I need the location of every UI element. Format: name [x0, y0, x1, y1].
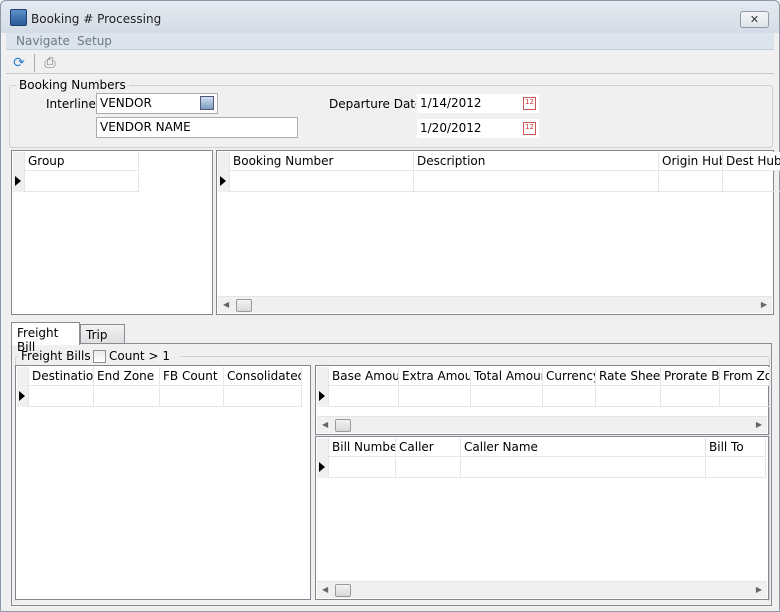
column-header[interactable]: From Zo	[720, 367, 770, 386]
interliner-label: Interliner	[46, 97, 101, 111]
current-row-icon	[19, 391, 25, 401]
column-header[interactable]: Dest Hub	[723, 152, 780, 171]
grid-cell[interactable]	[543, 387, 596, 407]
column-header[interactable]: Bill Number	[329, 438, 396, 457]
column-header[interactable]: Prorate By	[661, 367, 720, 386]
scroll-left-icon[interactable]: ◀	[223, 300, 229, 309]
scroll-left-icon[interactable]: ◀	[322, 420, 328, 429]
grid-cell[interactable]	[461, 458, 706, 478]
menu-bar: Navigate Setup	[6, 33, 774, 50]
count-label: Count > 1	[109, 349, 170, 363]
scroll-right-icon[interactable]: ▶	[761, 300, 767, 309]
current-row-icon	[319, 462, 325, 472]
grid-cell[interactable]	[329, 458, 396, 478]
tab-freight-bill[interactable]: Freight Bill	[11, 322, 80, 354]
grid-cell[interactable]	[706, 458, 766, 478]
grid-cell[interactable]	[723, 172, 780, 192]
interliner-value: VENDOR	[100, 96, 152, 110]
departure-date-to[interactable]: 1/20/2012 12	[416, 118, 540, 139]
grid-cell[interactable]	[29, 387, 94, 407]
scroll-right-icon[interactable]: ▶	[756, 585, 762, 594]
title-bar: Booking # Processing ✕	[1, 1, 779, 33]
close-button[interactable]: ✕	[740, 11, 769, 28]
column-header[interactable]: Consolidated I	[224, 367, 302, 386]
column-header[interactable]: Currency	[543, 367, 596, 386]
row-header	[317, 438, 329, 478]
refresh-icon[interactable]: ⟳	[11, 55, 27, 71]
toolbar: ⟳ ⎙	[6, 52, 774, 74]
column-header[interactable]: Rate Sheet	[596, 367, 661, 386]
column-header[interactable]: Group	[25, 152, 139, 171]
horizontal-scrollbar[interactable]: ◀ ▶	[317, 416, 767, 433]
vendor-name-field[interactable]: VENDOR NAME	[96, 117, 298, 138]
scroll-thumb[interactable]	[335, 419, 351, 432]
current-row-icon	[15, 176, 21, 186]
grid-cell[interactable]	[230, 172, 414, 192]
lookup-icon[interactable]	[200, 96, 214, 110]
grid-cell[interactable]	[596, 387, 661, 407]
row-header	[317, 367, 329, 407]
column-header[interactable]: Base Amoun	[329, 367, 399, 386]
column-header[interactable]: End Zone	[94, 367, 160, 386]
booking-grid[interactable]: Booking Number Description Origin Hub Dest …	[216, 150, 780, 315]
count-checkbox[interactable]	[93, 350, 106, 363]
print-icon[interactable]: ⎙	[42, 55, 58, 71]
horizontal-scrollbar[interactable]: ◀ ▶	[218, 296, 772, 313]
departure-date-from[interactable]: 1/14/2012 12	[416, 93, 540, 114]
grid-cell[interactable]	[160, 387, 224, 407]
column-header[interactable]: Origin Hub	[659, 152, 723, 171]
grid-cell[interactable]	[329, 387, 399, 407]
menu-navigate[interactable]: Navigate	[16, 34, 70, 48]
column-header[interactable]: Total Amour	[471, 367, 543, 386]
app-icon	[10, 9, 27, 26]
calendar-icon[interactable]: 12	[523, 122, 536, 135]
grid-cell[interactable]	[396, 458, 461, 478]
current-row-icon	[319, 391, 325, 401]
grid-cell[interactable]	[471, 387, 543, 407]
window: Booking # Processing ✕ Navigate Setup ⟳ …	[0, 0, 780, 612]
grid-cell[interactable]	[720, 387, 770, 407]
row-header	[218, 152, 230, 192]
column-header[interactable]: FB Count	[160, 367, 224, 386]
date-to-value: 1/20/2012	[420, 121, 482, 135]
column-header[interactable]: Destination	[29, 367, 94, 386]
grid-cell[interactable]	[661, 387, 720, 407]
departure-date-label: Departure Date	[329, 97, 423, 111]
row-header	[13, 152, 25, 192]
amount-grid[interactable]: Base AmounExtra AmounTotal AmourCurrency…	[315, 365, 770, 435]
column-header[interactable]: Caller	[396, 438, 461, 457]
booking-numbers-title: Booking Numbers	[16, 78, 129, 92]
column-header[interactable]: Caller Name	[461, 438, 706, 457]
interliner-field[interactable]: VENDOR	[96, 93, 218, 114]
scroll-thumb[interactable]	[335, 584, 351, 597]
grid-cell[interactable]	[399, 387, 471, 407]
grid-cell[interactable]	[224, 387, 302, 407]
destination-grid[interactable]: Destination End Zone FB Count Consolidated …	[15, 365, 311, 600]
current-row-icon	[220, 176, 226, 186]
grid-cell[interactable]	[94, 387, 160, 407]
scroll-left-icon[interactable]: ◀	[322, 585, 328, 594]
scroll-right-icon[interactable]: ▶	[756, 420, 762, 429]
group-grid[interactable]: Group	[11, 150, 213, 315]
date-from-value: 1/14/2012	[420, 96, 482, 110]
window-title: Booking # Processing	[31, 12, 162, 26]
column-header[interactable]: Booking Number	[230, 152, 414, 171]
grid-cell[interactable]	[25, 172, 139, 192]
row-header	[17, 367, 29, 407]
column-header[interactable]: Description	[414, 152, 659, 171]
scroll-thumb[interactable]	[236, 299, 252, 312]
column-header[interactable]: Bill To	[706, 438, 766, 457]
horizontal-scrollbar[interactable]: ◀ ▶	[317, 581, 767, 598]
column-header[interactable]: Extra Amoun	[399, 367, 471, 386]
toolbar-separator	[34, 54, 35, 72]
close-icon: ✕	[749, 13, 760, 26]
grid-cell[interactable]	[659, 172, 723, 192]
bill-grid[interactable]: Bill Number Caller Caller Name Bill To ◀ ▶	[315, 436, 769, 600]
calendar-icon[interactable]: 12	[523, 97, 536, 110]
grid-cell[interactable]	[414, 172, 659, 192]
menu-setup[interactable]: Setup	[77, 34, 112, 48]
